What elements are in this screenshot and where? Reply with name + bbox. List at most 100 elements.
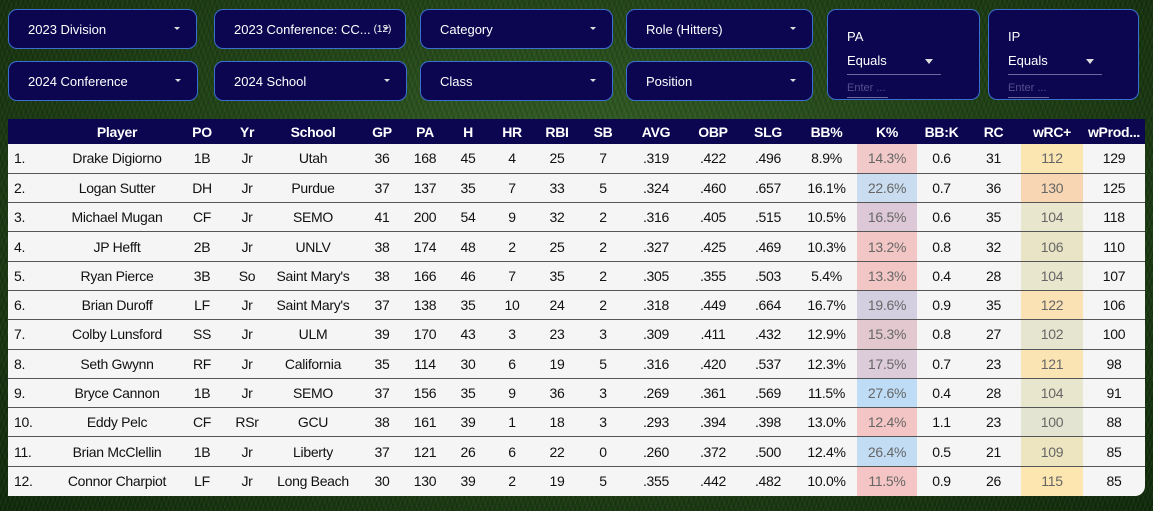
stat-cell: 12.4%	[857, 407, 917, 438]
table-row[interactable]: 6. Brian Duroff LF Jr Saint Mary's 37 138 35 10 2…	[8, 290, 1145, 321]
column-header[interactable]: SB	[580, 119, 626, 144]
column-header[interactable]: K%	[857, 119, 917, 144]
column-header[interactable]: HR	[490, 119, 534, 144]
table-row[interactable]: 4. JP Hefft 2B Jr UNLV 38 174 48 2 25 2.327.425.46…	[8, 231, 1145, 262]
stat-cell: .327	[626, 231, 686, 262]
conference-2023-dropdown[interactable]: 2023 Conference: CC... (12)	[214, 9, 406, 49]
ip-label: IP	[1008, 29, 1021, 44]
column-header[interactable]: H	[446, 119, 490, 144]
stat-cell: 35	[446, 290, 490, 321]
column-header[interactable]: PO	[176, 119, 228, 144]
stat-cell: 2	[580, 290, 626, 321]
table-row[interactable]: 9. Bryce Cannon 1B Jr SEMO 37 156 35 9 36 3.269.36…	[8, 378, 1145, 409]
stat-cell: CF	[176, 407, 228, 438]
stat-cell: .319	[626, 144, 686, 174]
column-header[interactable]: SLG	[740, 119, 796, 144]
table-row[interactable]: 12. Connor Charpiot LF Jr Long Beach 30 130 39 2…	[8, 466, 1145, 496]
class-dropdown[interactable]: Class	[420, 61, 613, 101]
stat-cell: 0.4	[917, 378, 966, 409]
role-dropdown[interactable]: Role (Hitters)	[626, 9, 813, 49]
stat-cell: 2	[580, 202, 626, 233]
column-header[interactable]: RBI	[534, 119, 580, 144]
stat-cell: 10.5%	[796, 202, 857, 233]
column-header[interactable]: Yr	[228, 119, 266, 144]
stat-cell: 41	[360, 202, 404, 233]
stat-cell: Jr	[228, 144, 266, 174]
table-row[interactable]: 1. Drake Digiorno 1B Jr Utah 36 168 45 4 25 7.319.…	[8, 144, 1145, 174]
table-row[interactable]: 8. Seth Gwynn RF Jr California 35 114 30 6 19 5.31…	[8, 349, 1145, 379]
stat-cell: .420	[686, 349, 740, 379]
stat-cell: 33	[534, 173, 580, 204]
category-dropdown[interactable]: Category	[420, 9, 613, 49]
stat-cell: 54	[446, 202, 490, 233]
column-header[interactable]: wProd...	[1083, 119, 1145, 144]
column-header[interactable]: BB%	[796, 119, 857, 144]
stat-cell: Saint Mary's	[266, 261, 360, 291]
column-header[interactable]: wRC+	[1021, 119, 1083, 144]
column-header[interactable]: School	[266, 119, 360, 144]
rank-cell: 6.	[8, 290, 58, 321]
stat-cell: 0.9	[932, 473, 951, 490]
column-header[interactable]: AVG	[626, 119, 686, 144]
stat-cell: Jr	[228, 231, 266, 262]
table-row[interactable]: 5. Ryan Pierce 3B So Saint Mary's 38 166 46 7 35 2…	[8, 261, 1145, 291]
stat-cell: 7	[490, 173, 534, 204]
caret-down-icon	[590, 27, 596, 30]
pa-operator-select[interactable]: Equals	[847, 53, 941, 75]
school-2024-dropdown[interactable]: 2024 School	[214, 61, 407, 101]
stat-cell: 168	[404, 144, 446, 174]
column-header[interactable]: GP	[360, 119, 404, 144]
column-header[interactable]: RC	[966, 119, 1021, 144]
stat-cell: 16.7%	[796, 290, 857, 321]
stat-cell: 16.1%	[796, 173, 857, 204]
table-row[interactable]: 2. Logan Sutter DH Jr Purdue 37 137 35 7 33 5.324.…	[8, 173, 1145, 204]
table-row[interactable]: 3. Michael Mugan CF Jr SEMO 41 200 54 9 32 2.316.4…	[8, 202, 1145, 233]
caret-down-icon	[925, 59, 933, 64]
stat-cell: 12.4%	[796, 436, 857, 467]
stat-cell: 15.3%	[857, 319, 917, 350]
conference-2024-dropdown[interactable]: 2024 Conference	[8, 61, 198, 101]
stat-cell: 91	[1083, 378, 1145, 409]
stat-cell: 121	[1021, 349, 1083, 379]
stat-cell: .537	[740, 349, 796, 379]
pa-value-input[interactable]	[847, 78, 888, 98]
stat-cell: 12.3%	[796, 349, 857, 379]
stat-cell: 19.6%	[857, 290, 917, 321]
stat-cell: 138	[404, 290, 446, 321]
ip-operator-select[interactable]: Equals	[1008, 53, 1102, 75]
division-2023-dropdown[interactable]: 2023 Division	[8, 9, 197, 49]
dropdown-label: Position	[646, 73, 693, 89]
stat-cell: 2	[580, 261, 626, 291]
stat-cell: .449	[686, 290, 740, 321]
stat-cell: 106	[1083, 290, 1145, 321]
stat-cell: 10.3%	[796, 231, 857, 262]
rank-cell: 2.	[8, 173, 58, 204]
stat-cell: 36	[360, 144, 404, 174]
column-header[interactable]: PA	[404, 119, 446, 144]
stat-cell: 3	[580, 407, 626, 438]
stat-cell: 2	[508, 473, 516, 490]
stat-cell: 30	[374, 473, 390, 490]
rank-cell: 9.	[8, 378, 58, 409]
column-header[interactable]: OBP	[686, 119, 740, 144]
dropdown-label: 2023 Division	[28, 21, 107, 37]
stat-cell: 1B	[176, 144, 228, 174]
stat-cell: 28	[966, 261, 1021, 291]
caret-down-icon	[384, 79, 390, 82]
stat-cell: .361	[686, 378, 740, 409]
table-row[interactable]: 10. Eddy Pelc CF RSr GCU 38 161 39 1 18 3.293.394.…	[8, 407, 1145, 438]
position-dropdown[interactable]: Position	[626, 61, 813, 101]
table-row[interactable]: 11. Brian McClellin 1B Jr Liberty 37 121 26 6 22 0…	[8, 436, 1145, 467]
table-row[interactable]: 7. Colby Lunsford SS Jr ULM 39 170 43 3 23 3.309.4…	[8, 319, 1145, 350]
stat-cell: 35	[966, 202, 1021, 233]
column-header[interactable]: BB:K	[917, 119, 966, 144]
column-header[interactable]	[8, 119, 58, 144]
stat-cell: 17.5%	[857, 349, 917, 379]
stat-cell: .316	[626, 349, 686, 379]
stat-cell: CF	[176, 202, 228, 233]
column-header[interactable]: Player	[58, 119, 176, 144]
stat-cell: 2B	[176, 231, 228, 262]
caret-down-icon	[790, 27, 796, 30]
ip-value-input[interactable]	[1008, 78, 1049, 98]
stat-cell: 38	[360, 261, 404, 291]
